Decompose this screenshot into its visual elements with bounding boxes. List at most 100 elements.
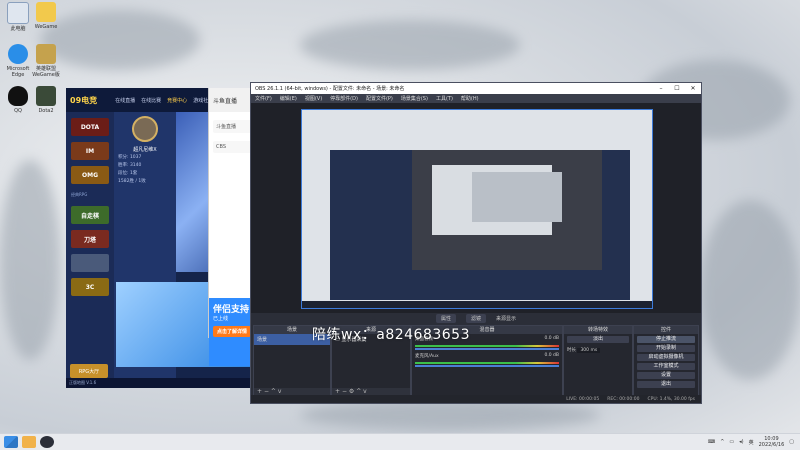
game-tile-im[interactable]: IM: [71, 142, 109, 160]
menu-file[interactable]: 文件(F): [255, 95, 272, 102]
volume-meter: [415, 345, 559, 347]
menu-edit[interactable]: 编辑(E): [280, 95, 297, 102]
game-tile-autochess[interactable]: 自走棋: [71, 206, 109, 224]
menu-tools[interactable]: 工具(T): [436, 95, 453, 102]
volume-slider[interactable]: [415, 348, 559, 350]
down-icon[interactable]: v: [363, 388, 367, 395]
clock-date: 2022/6/16: [758, 442, 785, 448]
frost-texture: [300, 20, 520, 70]
game-logo[interactable]: 09电竞: [66, 95, 101, 106]
studio-mode-button[interactable]: 工作室模式: [637, 363, 695, 370]
up-icon[interactable]: ^: [271, 388, 276, 395]
clock[interactable]: 10:09 2022/6/16: [759, 436, 785, 448]
system-tray: ⌨ ^ ▭ ◂) 英 10:09 2022/6/16 ▢: [708, 436, 800, 448]
menu-view[interactable]: 视图(V): [305, 95, 322, 102]
mixer-channel-name: 麦克风/Aux: [415, 354, 439, 359]
preview-nested-window: [472, 172, 562, 222]
obs-app-icon[interactable]: [40, 436, 54, 448]
obs-preview-canvas[interactable]: [301, 109, 653, 309]
game-tile-3c[interactable]: 3C: [71, 278, 109, 296]
frost-texture: [300, 400, 600, 430]
start-recording-button[interactable]: 开始录制: [637, 345, 695, 352]
volume-meter: [415, 362, 559, 364]
remove-icon[interactable]: −: [264, 388, 269, 395]
menu-scene-collection[interactable]: 场景集合(S): [401, 95, 428, 102]
obs-window[interactable]: OBS 26.1.1 (64-bit, windows) - 配置文件: 未命名…: [250, 82, 702, 404]
remove-icon[interactable]: −: [342, 388, 347, 395]
frost-texture: [0, 160, 60, 360]
game-tab[interactable]: 在线比赛: [141, 97, 161, 104]
rec-status: REC: 00:00:00: [607, 396, 640, 402]
windows-start-icon[interactable]: [4, 436, 18, 448]
filters-button[interactable]: 滤镜: [465, 313, 486, 323]
properties-button[interactable]: 属性: [435, 313, 456, 323]
volume-slider[interactable]: [415, 365, 559, 367]
obs-menubar: 文件(F) 编辑(E) 视图(V) 停靠部件(D) 配置文件(P) 场景集合(S…: [251, 94, 701, 103]
obs-source-toolbar: 属性 滤镜 来源显示: [251, 313, 701, 323]
game-tile-map[interactable]: [71, 254, 109, 272]
stop-streaming-button[interactable]: 停止推流: [637, 336, 695, 343]
transitions-title: 转场特效: [564, 326, 632, 334]
game-tab[interactable]: 在线直播: [115, 97, 135, 104]
game-tab-active[interactable]: 竞赛中心: [167, 97, 187, 104]
minimize-icon[interactable]: –: [653, 85, 669, 92]
down-icon[interactable]: v: [278, 388, 282, 395]
game-tile-dota[interactable]: DOTA: [71, 118, 109, 136]
transitions-panel: 转场特效 淡出 时长 300 ms: [563, 325, 633, 397]
live-status: LIVE: 00:00:05: [566, 396, 600, 402]
chevron-up-icon[interactable]: ^: [720, 439, 724, 445]
game-sidebar: DOTA IM OMG 经典RPG 自走棋 刀塔 3C RPG大厅: [66, 112, 114, 388]
game-tile-dota-cn[interactable]: 刀塔: [71, 230, 109, 248]
jiaoyin-app-icon[interactable]: [22, 436, 36, 448]
virtual-camera-button[interactable]: 启动虚拟摄像机: [637, 354, 695, 361]
close-icon[interactable]: ✕: [685, 85, 701, 92]
desktop-icon-label: 英雄联盟WeGame版: [32, 66, 60, 78]
desktop-icon-label: WeGame: [34, 24, 58, 30]
game-tile-omg[interactable]: OMG: [71, 166, 109, 184]
desktop-icon-dota[interactable]: Dota2: [28, 86, 64, 114]
wegame-icon: [36, 2, 56, 22]
qq-penguin-icon: [8, 86, 28, 106]
user-stat: 积分: 1037: [118, 155, 142, 160]
user-stat: 胜率: 3140: [118, 163, 142, 168]
controls-panel: 控件 停止推流 开始录制 启动虚拟摄像机 工作室模式 设置 退出: [633, 325, 699, 397]
controls-title: 控件: [634, 326, 698, 334]
keyboard-icon[interactable]: ⌨: [708, 439, 715, 445]
mixer-row: 麦克风/Aux 0.0 dB: [412, 351, 562, 361]
avatar[interactable]: [132, 116, 158, 142]
add-icon[interactable]: +: [257, 388, 262, 395]
frost-texture: [40, 10, 200, 70]
menu-help[interactable]: 帮助(H): [461, 95, 479, 102]
transition-select[interactable]: 淡出: [567, 336, 629, 343]
cpu-status: CPU: 1.4%, 30.00 fps: [647, 396, 696, 402]
game-tabs: 在线直播 在线比赛 竞赛中心 游戏社区: [115, 97, 213, 104]
add-icon[interactable]: +: [335, 388, 340, 395]
gear-icon[interactable]: ⚙: [349, 388, 354, 395]
user-stat: 段位: 1套: [118, 171, 138, 176]
menu-profile[interactable]: 配置文件(P): [366, 95, 393, 102]
exit-button[interactable]: 退出: [637, 381, 695, 388]
douyu-detail-button[interactable]: 点击了解详情: [213, 326, 252, 337]
menu-docks[interactable]: 停靠部件(D): [330, 95, 358, 102]
desktop-icon-label: Dota2: [38, 108, 54, 114]
up-icon[interactable]: ^: [356, 388, 361, 395]
duration-input[interactable]: 300 ms: [577, 348, 601, 353]
maximize-icon[interactable]: ☐: [669, 85, 685, 92]
desktop-icon-lol[interactable]: 英雄联盟WeGame版: [28, 44, 64, 78]
mixer-channel-value: 0.0 dB: [544, 353, 559, 358]
source-display-label: 来源显示: [496, 315, 517, 322]
rpg-lobby-button[interactable]: RPG大厅: [70, 364, 108, 378]
duration-label: 时长: [567, 348, 576, 353]
dota-icon: [36, 86, 56, 106]
volume-icon[interactable]: ◂): [739, 439, 743, 445]
ime-indicator[interactable]: 英: [749, 439, 754, 446]
edge-icon: [8, 44, 28, 64]
settings-button[interactable]: 设置: [637, 372, 695, 379]
desktop-icon-wegame[interactable]: WeGame: [28, 2, 64, 30]
network-icon[interactable]: ▭: [729, 439, 734, 445]
obs-title: OBS 26.1.1 (64-bit, windows) - 配置文件: 未命名…: [255, 86, 405, 92]
user-stat: 1582胜 / 1败: [118, 179, 146, 184]
obs-preview: [251, 103, 701, 313]
preview-taskbar: [302, 301, 652, 308]
notification-icon[interactable]: ▢: [789, 439, 794, 445]
